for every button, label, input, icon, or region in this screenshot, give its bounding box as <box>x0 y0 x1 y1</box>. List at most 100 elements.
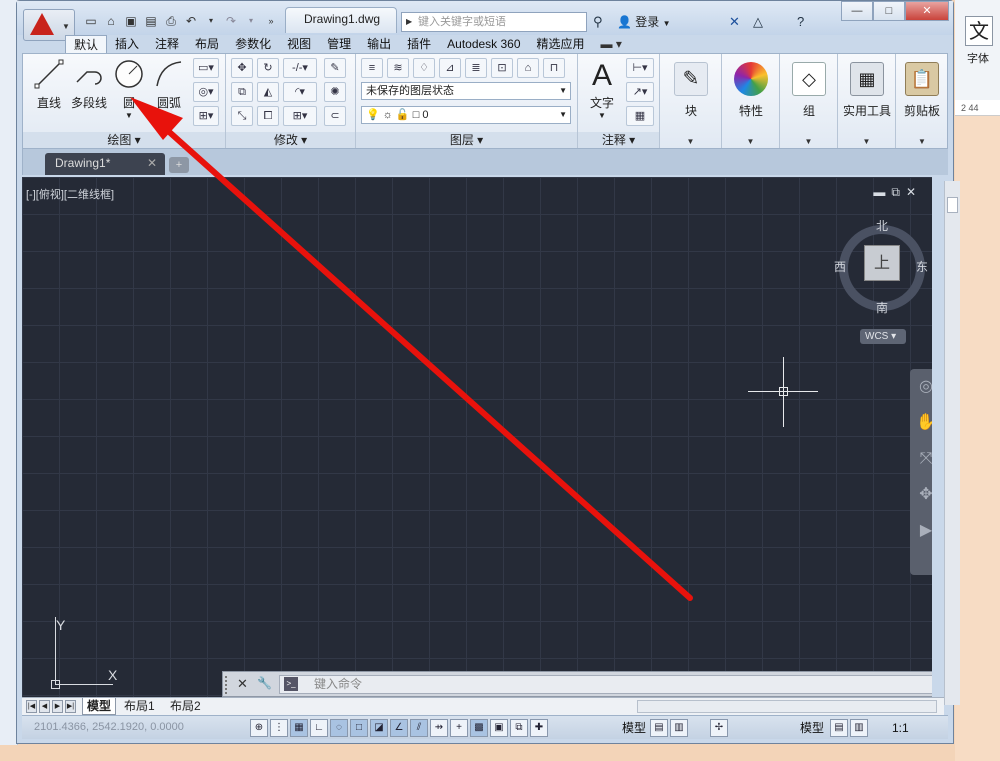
layers-panel-title[interactable]: 图层 ▾ <box>356 132 577 148</box>
chevron-down-icon[interactable]: ▼ <box>660 137 721 146</box>
search-input[interactable]: ▶ 键入关键字或短语 <box>401 12 587 32</box>
steering-wheel-icon[interactable]: ◎ <box>910 369 932 405</box>
chevron-down-icon[interactable]: ▼ <box>838 137 895 146</box>
tab-insert[interactable]: 插入 <box>107 35 147 53</box>
viewcube-west[interactable]: 西 <box>834 258 846 275</box>
binoculars-icon[interactable]: ⚲ <box>593 13 603 31</box>
text-button[interactable]: A 文字 ▼ <box>580 58 624 120</box>
selection-cycling-icon[interactable]: ⧉ <box>510 719 528 737</box>
hatch-button[interactable]: ⊞▾ <box>193 106 219 126</box>
transparency-icon[interactable]: ▩ <box>470 719 488 737</box>
layer-state-dropdown[interactable]: 未保存的图层状态 ▼ <box>361 82 571 100</box>
stretch-button[interactable]: ⤡ <box>231 106 253 126</box>
viewcube-south[interactable]: 南 <box>876 299 888 316</box>
layer-properties-button[interactable]: ≡ <box>361 58 383 78</box>
showmotion-icon[interactable]: ▶ <box>910 513 932 549</box>
coordinate-readout[interactable]: 2101.4366, 2542.1920, 0.0000 <box>34 721 184 733</box>
save-icon[interactable]: ▣ <box>123 13 139 29</box>
pan-icon[interactable]: ✋ <box>910 405 932 441</box>
wcs-menu[interactable]: WCS ▾ <box>860 329 906 344</box>
autodesk-360-icon[interactable]: △ <box>753 13 763 31</box>
polar-tracking-icon[interactable]: ◌ <box>330 719 348 737</box>
line-button[interactable]: 直线 <box>27 58 71 111</box>
layout-view-icon[interactable]: ▤ <box>830 719 848 737</box>
redo-dropdown-icon[interactable]: ▾ <box>243 13 259 29</box>
properties-button[interactable]: 特性 <box>723 58 779 119</box>
tab-plugins[interactable]: 插件 <box>399 35 439 53</box>
ellipse-button[interactable]: ◎▾ <box>193 82 219 102</box>
layer-isolate-button[interactable]: ⊿ <box>439 58 461 78</box>
model-space-toggle-2[interactable]: 模型 <box>800 719 824 737</box>
erase-button[interactable]: ✎ <box>324 58 346 78</box>
help-icon[interactable]: ? <box>797 13 804 31</box>
minimize-button[interactable]: — <box>841 1 873 21</box>
drawing-canvas[interactable]: [-][俯视][二维线框] ▬⧉✕ 上 北 南 西 东 WCS ▾ ◎ ✋ ⤧ … <box>22 177 932 697</box>
close-icon[interactable]: ✕ <box>237 676 248 692</box>
print-icon[interactable]: ⎙ <box>163 13 179 29</box>
next-layout-icon[interactable]: ▶ <box>52 700 63 713</box>
annotation-scale[interactable]: 1:1 <box>892 719 909 737</box>
dimension-button[interactable]: ⊢▾ <box>626 58 654 78</box>
drawing-view-icon[interactable]: ▥ <box>850 719 868 737</box>
command-line-drag-handle[interactable] <box>225 676 229 694</box>
layout-tab-model[interactable]: 模型 <box>82 698 117 715</box>
annotation-panel-title[interactable]: 注释 ▾ <box>578 132 659 148</box>
explode-button[interactable]: ✺ <box>324 82 346 102</box>
horizontal-scrollbar[interactable] <box>637 700 937 713</box>
undo-icon[interactable]: ↶ <box>183 13 199 29</box>
tab-featured-apps[interactable]: 精选应用 <box>529 35 593 53</box>
redo-icon[interactable]: ↷ <box>223 13 239 29</box>
modify-panel-title[interactable]: 修改 ▾ <box>226 132 355 148</box>
viewport-minimize-icon[interactable]: ▬ <box>873 185 891 199</box>
new-file-icon[interactable]: ▭ <box>83 13 99 29</box>
zoom-icon[interactable]: ⤧ <box>910 441 932 477</box>
tab-annotate[interactable]: 注释 <box>147 35 187 53</box>
font-icon[interactable]: 文 <box>965 16 993 46</box>
leader-button[interactable]: ↗▾ <box>626 82 654 102</box>
pan-status-icon[interactable]: ✢ <box>710 719 728 737</box>
tab-layout[interactable]: 布局 <box>187 35 227 53</box>
tab-parametric[interactable]: 参数化 <box>227 35 279 53</box>
chevron-down-icon[interactable]: ▼ <box>896 137 948 146</box>
close-icon[interactable]: ✕ <box>147 153 157 173</box>
circle-button[interactable]: 圆 ▼ <box>107 58 151 120</box>
ortho-mode-icon[interactable]: ∟ <box>310 719 328 737</box>
layer-match-button[interactable]: ⌂ <box>517 58 539 78</box>
tab-view[interactable]: 视图 <box>279 35 319 53</box>
more-commands-icon[interactable]: » <box>263 13 279 29</box>
trim-button[interactable]: -/-▾ <box>283 58 317 78</box>
close-button[interactable]: ✕ <box>905 1 949 21</box>
vertical-scrollbar[interactable] <box>944 181 960 705</box>
scroll-thumb[interactable] <box>947 197 958 213</box>
arc-button[interactable]: 圆弧 ▼ <box>147 58 191 120</box>
array-button[interactable]: ⊞▾ <box>283 106 317 126</box>
viewport-close-icon[interactable]: ✕ <box>906 185 922 199</box>
layer-lock-button[interactable]: ⊡ <box>491 58 513 78</box>
rectangle-button[interactable]: ▭▾ <box>193 58 219 78</box>
model-space-toggle[interactable]: 模型 <box>622 719 646 737</box>
rotate-button[interactable]: ↻ <box>257 58 279 78</box>
first-layout-icon[interactable]: |◀ <box>26 700 37 713</box>
tab-output[interactable]: 输出 <box>359 35 399 53</box>
layer-freeze-button[interactable]: ≣ <box>465 58 487 78</box>
layout-tab-1[interactable]: 布局1 <box>120 698 159 715</box>
viewcube-top-face[interactable]: 上 <box>864 245 900 281</box>
viewport-label[interactable]: [-][俯视][二维线框] <box>26 186 114 202</box>
3d-object-snap-icon[interactable]: ◪ <box>370 719 388 737</box>
viewcube-north[interactable]: 北 <box>876 217 888 234</box>
fillet-button[interactable]: ◜▾ <box>283 82 317 102</box>
dynamic-ucs-icon[interactable]: ⫽ <box>410 719 428 737</box>
save-as-icon[interactable]: ▤ <box>143 13 159 29</box>
viewport-restore-icon[interactable]: ⧉ <box>891 185 906 199</box>
snap-mode-icon[interactable]: ⋮ <box>270 719 288 737</box>
maximize-button[interactable]: □ <box>873 1 905 21</box>
quick-view-drawings-icon[interactable]: ▥ <box>670 719 688 737</box>
clipboard-button[interactable]: 📋 剪贴板 <box>894 58 950 119</box>
prev-layout-icon[interactable]: ◀ <box>39 700 50 713</box>
polyline-button[interactable]: 多段线 <box>67 58 111 111</box>
undo-dropdown-icon[interactable]: ▾ <box>203 13 219 29</box>
chevron-down-icon[interactable]: ▼ <box>780 137 837 146</box>
utilities-button[interactable]: ▦ 实用工具 <box>839 58 895 119</box>
copy-button[interactable]: ⧉ <box>231 82 253 102</box>
open-file-icon[interactable]: ⌂ <box>103 13 119 29</box>
